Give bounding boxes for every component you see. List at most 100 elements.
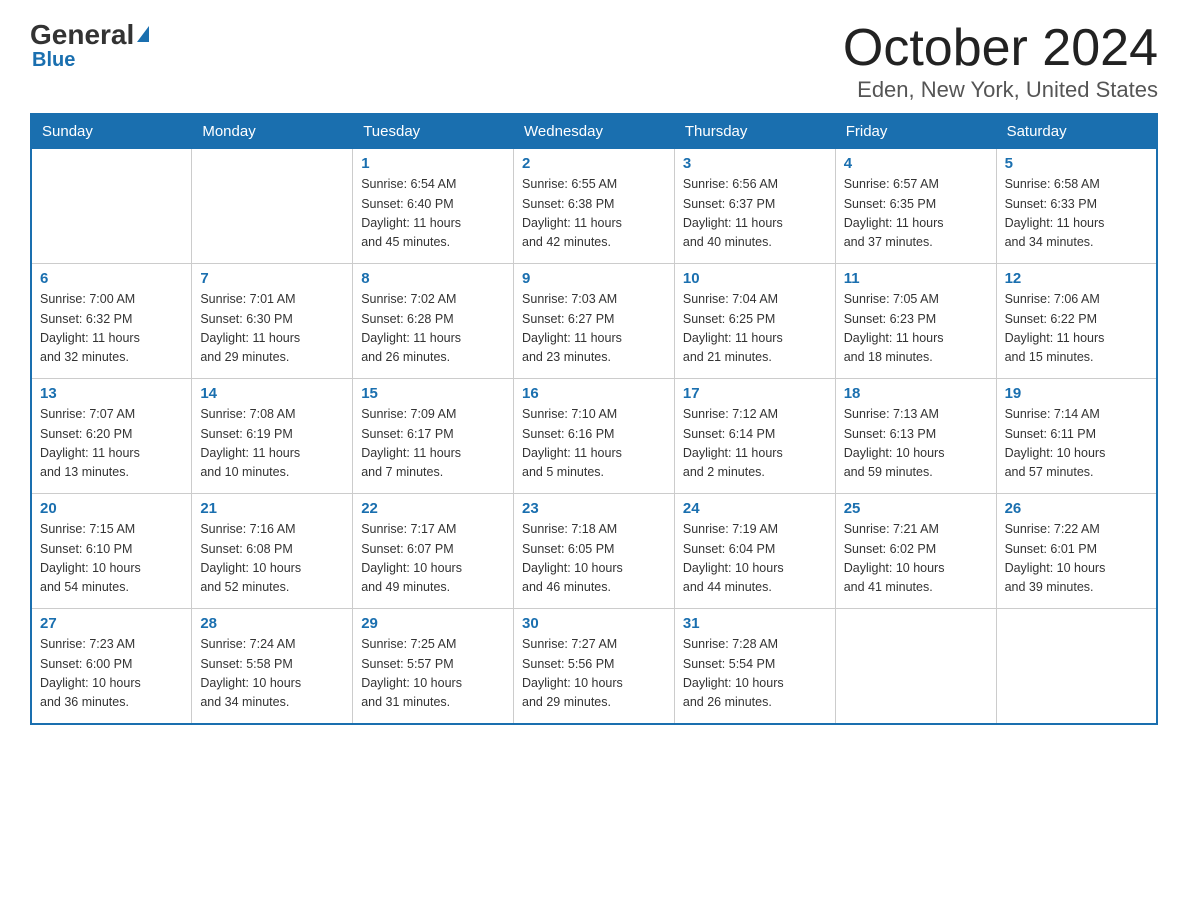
calendar-column-header: Tuesday bbox=[353, 114, 514, 149]
calendar-cell: 20 Sunrise: 7:15 AM Sunset: 6:10 PM Dayli… bbox=[31, 494, 192, 609]
calendar-cell: 18Sunrise: 7:13 AM Sunset: 6:13 PM Dayli… bbox=[835, 379, 996, 494]
day-info: Sunrise: 6:57 AM Sunset: 6:35 PM Dayligh… bbox=[844, 175, 988, 253]
day-number: 19 bbox=[1005, 385, 1148, 402]
day-number: 7 bbox=[200, 270, 344, 287]
calendar-cell: 31 Sunrise: 7:28 AM Sunset: 5:54 PM Dayli… bbox=[674, 609, 835, 724]
day-number: 21 bbox=[200, 500, 344, 517]
page-header: General Blue October 2024 Eden, New York… bbox=[30, 20, 1158, 103]
day-number: 17 bbox=[683, 385, 827, 402]
calendar-cell: 23 Sunrise: 7:18 AM Sunset: 6:05 PM Dayli… bbox=[514, 494, 675, 609]
calendar-cell bbox=[192, 149, 353, 264]
day-number: 3 bbox=[683, 155, 827, 172]
day-number: 16 bbox=[522, 385, 666, 402]
calendar-body: 1Sunrise: 6:54 AM Sunset: 6:40 PM Daylig… bbox=[31, 149, 1157, 724]
page-subtitle: Eden, New York, United States bbox=[843, 77, 1158, 103]
calendar-cell: 11Sunrise: 7:05 AM Sunset: 6:23 PM Dayli… bbox=[835, 264, 996, 379]
calendar-cell: 22Sunrise: 7:17 AM Sunset: 6:07 PM Dayli… bbox=[353, 494, 514, 609]
calendar-cell: 28 Sunrise: 7:24 AM Sunset: 5:58 PM Dayli… bbox=[192, 609, 353, 724]
day-number: 26 bbox=[1005, 500, 1148, 517]
day-number: 28 bbox=[200, 615, 344, 632]
day-number: 11 bbox=[844, 270, 988, 287]
calendar-cell: 25 Sunrise: 7:21 AM Sunset: 6:02 PM Dayli… bbox=[835, 494, 996, 609]
day-info: Sunrise: 7:15 AM Sunset: 6:10 PM Dayligh… bbox=[40, 520, 183, 598]
day-number: 9 bbox=[522, 270, 666, 287]
calendar-table: SundayMondayTuesdayWednesdayThursdayFrid… bbox=[30, 113, 1158, 725]
calendar-cell: 16 Sunrise: 7:10 AM Sunset: 6:16 PM Dayli… bbox=[514, 379, 675, 494]
day-info: Sunrise: 7:28 AM Sunset: 5:54 PM Dayligh… bbox=[683, 635, 827, 713]
day-info: Sunrise: 7:21 AM Sunset: 6:02 PM Dayligh… bbox=[844, 520, 988, 598]
calendar-cell: 9Sunrise: 7:03 AM Sunset: 6:27 PM Daylig… bbox=[514, 264, 675, 379]
day-info: Sunrise: 7:07 AM Sunset: 6:20 PM Dayligh… bbox=[40, 405, 183, 483]
day-info: Sunrise: 6:55 AM Sunset: 6:38 PM Dayligh… bbox=[522, 175, 666, 253]
day-number: 10 bbox=[683, 270, 827, 287]
calendar-cell: 13Sunrise: 7:07 AM Sunset: 6:20 PM Dayli… bbox=[31, 379, 192, 494]
day-info: Sunrise: 7:14 AM Sunset: 6:11 PM Dayligh… bbox=[1005, 405, 1148, 483]
day-info: Sunrise: 7:12 AM Sunset: 6:14 PM Dayligh… bbox=[683, 405, 827, 483]
calendar-cell: 30 Sunrise: 7:27 AM Sunset: 5:56 PM Dayli… bbox=[514, 609, 675, 724]
calendar-cell: 17 Sunrise: 7:12 AM Sunset: 6:14 PM Dayli… bbox=[674, 379, 835, 494]
day-number: 24 bbox=[683, 500, 827, 517]
day-number: 31 bbox=[683, 615, 827, 632]
calendar-cell: 1Sunrise: 6:54 AM Sunset: 6:40 PM Daylig… bbox=[353, 149, 514, 264]
calendar-cell: 5 Sunrise: 6:58 AM Sunset: 6:33 PM Daylig… bbox=[996, 149, 1157, 264]
calendar-cell: 2 Sunrise: 6:55 AM Sunset: 6:38 PM Daylig… bbox=[514, 149, 675, 264]
day-info: Sunrise: 7:22 AM Sunset: 6:01 PM Dayligh… bbox=[1005, 520, 1148, 598]
day-number: 8 bbox=[361, 270, 505, 287]
calendar-column-header: Thursday bbox=[674, 114, 835, 149]
day-number: 6 bbox=[40, 270, 183, 287]
logo-blue-text: Blue bbox=[32, 49, 75, 72]
day-info: Sunrise: 7:19 AM Sunset: 6:04 PM Dayligh… bbox=[683, 520, 827, 598]
day-number: 25 bbox=[844, 500, 988, 517]
day-info: Sunrise: 7:24 AM Sunset: 5:58 PM Dayligh… bbox=[200, 635, 344, 713]
calendar-cell: 15 Sunrise: 7:09 AM Sunset: 6:17 PM Dayli… bbox=[353, 379, 514, 494]
day-number: 29 bbox=[361, 615, 505, 632]
logo-text: General bbox=[30, 20, 149, 51]
calendar-week-row: 27Sunrise: 7:23 AM Sunset: 6:00 PM Dayli… bbox=[31, 609, 1157, 724]
calendar-cell: 10 Sunrise: 7:04 AM Sunset: 6:25 PM Dayli… bbox=[674, 264, 835, 379]
day-info: Sunrise: 7:09 AM Sunset: 6:17 PM Dayligh… bbox=[361, 405, 505, 483]
day-number: 5 bbox=[1005, 155, 1148, 172]
day-info: Sunrise: 7:18 AM Sunset: 6:05 PM Dayligh… bbox=[522, 520, 666, 598]
calendar-column-header: Sunday bbox=[31, 114, 192, 149]
calendar-cell: 6 Sunrise: 7:00 AM Sunset: 6:32 PM Daylig… bbox=[31, 264, 192, 379]
day-info: Sunrise: 7:10 AM Sunset: 6:16 PM Dayligh… bbox=[522, 405, 666, 483]
calendar-week-row: 6 Sunrise: 7:00 AM Sunset: 6:32 PM Daylig… bbox=[31, 264, 1157, 379]
day-info: Sunrise: 7:08 AM Sunset: 6:19 PM Dayligh… bbox=[200, 405, 344, 483]
day-number: 23 bbox=[522, 500, 666, 517]
page-title: October 2024 bbox=[843, 20, 1158, 77]
calendar-column-header: Wednesday bbox=[514, 114, 675, 149]
day-info: Sunrise: 7:02 AM Sunset: 6:28 PM Dayligh… bbox=[361, 290, 505, 368]
day-info: Sunrise: 7:25 AM Sunset: 5:57 PM Dayligh… bbox=[361, 635, 505, 713]
day-info: Sunrise: 6:58 AM Sunset: 6:33 PM Dayligh… bbox=[1005, 175, 1148, 253]
calendar-week-row: 13Sunrise: 7:07 AM Sunset: 6:20 PM Dayli… bbox=[31, 379, 1157, 494]
day-info: Sunrise: 6:54 AM Sunset: 6:40 PM Dayligh… bbox=[361, 175, 505, 253]
day-number: 12 bbox=[1005, 270, 1148, 287]
calendar-cell: 29 Sunrise: 7:25 AM Sunset: 5:57 PM Dayli… bbox=[353, 609, 514, 724]
calendar-cell: 27Sunrise: 7:23 AM Sunset: 6:00 PM Dayli… bbox=[31, 609, 192, 724]
day-info: Sunrise: 7:04 AM Sunset: 6:25 PM Dayligh… bbox=[683, 290, 827, 368]
day-info: Sunrise: 7:00 AM Sunset: 6:32 PM Dayligh… bbox=[40, 290, 183, 368]
day-number: 18 bbox=[844, 385, 988, 402]
day-number: 4 bbox=[844, 155, 988, 172]
calendar-cell: 3Sunrise: 6:56 AM Sunset: 6:37 PM Daylig… bbox=[674, 149, 835, 264]
calendar-column-header: Monday bbox=[192, 114, 353, 149]
day-number: 14 bbox=[200, 385, 344, 402]
calendar-week-row: 20 Sunrise: 7:15 AM Sunset: 6:10 PM Dayli… bbox=[31, 494, 1157, 609]
calendar-cell: 4 Sunrise: 6:57 AM Sunset: 6:35 PM Daylig… bbox=[835, 149, 996, 264]
day-info: Sunrise: 7:23 AM Sunset: 6:00 PM Dayligh… bbox=[40, 635, 183, 713]
day-number: 15 bbox=[361, 385, 505, 402]
day-info: Sunrise: 7:01 AM Sunset: 6:30 PM Dayligh… bbox=[200, 290, 344, 368]
calendar-cell: 24 Sunrise: 7:19 AM Sunset: 6:04 PM Dayli… bbox=[674, 494, 835, 609]
calendar-cell: 12 Sunrise: 7:06 AM Sunset: 6:22 PM Dayli… bbox=[996, 264, 1157, 379]
calendar-column-header: Saturday bbox=[996, 114, 1157, 149]
day-info: Sunrise: 7:17 AM Sunset: 6:07 PM Dayligh… bbox=[361, 520, 505, 598]
day-number: 30 bbox=[522, 615, 666, 632]
calendar-cell: 8 Sunrise: 7:02 AM Sunset: 6:28 PM Daylig… bbox=[353, 264, 514, 379]
day-info: Sunrise: 7:06 AM Sunset: 6:22 PM Dayligh… bbox=[1005, 290, 1148, 368]
day-number: 2 bbox=[522, 155, 666, 172]
logo: General Blue bbox=[30, 20, 149, 72]
calendar-cell: 7 Sunrise: 7:01 AM Sunset: 6:30 PM Daylig… bbox=[192, 264, 353, 379]
day-info: Sunrise: 7:16 AM Sunset: 6:08 PM Dayligh… bbox=[200, 520, 344, 598]
day-info: Sunrise: 7:27 AM Sunset: 5:56 PM Dayligh… bbox=[522, 635, 666, 713]
day-number: 20 bbox=[40, 500, 183, 517]
